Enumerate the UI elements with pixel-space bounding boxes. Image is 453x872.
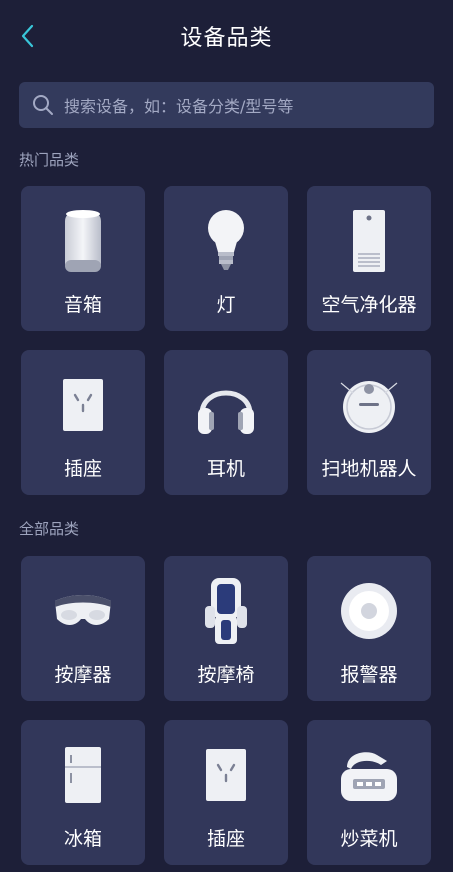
category-label: 耳机 xyxy=(206,458,245,480)
category-card-robot-vacuum[interactable]: 扫地机器人 xyxy=(307,350,431,495)
fridge-icon xyxy=(21,738,145,812)
massage-chair-icon xyxy=(164,574,288,648)
eye-massager-icon xyxy=(21,574,145,648)
category-card-alarm[interactable]: 报警器 xyxy=(307,556,431,701)
category-label: 按摩器 xyxy=(54,664,112,686)
socket-icon xyxy=(164,738,288,812)
speaker-icon xyxy=(21,204,145,278)
top-bar: 设备品类 xyxy=(0,0,453,72)
category-card-fridge[interactable]: 冰箱 xyxy=(21,720,145,865)
category-label: 插座 xyxy=(206,828,245,850)
page-title: 设备品类 xyxy=(180,26,273,51)
section-title-hot: 热门品类 xyxy=(19,151,80,169)
headphones-icon xyxy=(164,368,288,442)
category-label: 冰箱 xyxy=(63,828,102,850)
category-label: 按摩椅 xyxy=(197,664,255,686)
search-icon xyxy=(32,94,54,116)
category-card-light[interactable]: 灯 xyxy=(164,186,288,331)
category-card-socket[interactable]: 插座 xyxy=(21,350,145,495)
category-card-air-purifier[interactable]: 空气净化器 xyxy=(307,186,431,331)
lightbulb-icon xyxy=(164,204,288,278)
category-label: 炒菜机 xyxy=(340,828,398,850)
category-label: 音箱 xyxy=(63,294,102,316)
category-card-eye-massager[interactable]: 按摩器 xyxy=(21,556,145,701)
search-input[interactable]: 搜索设备，如：设备分类/型号等 xyxy=(19,82,434,128)
category-card-headphones[interactable]: 耳机 xyxy=(164,350,288,495)
robot-vacuum-icon xyxy=(307,368,431,442)
category-label: 灯 xyxy=(216,294,236,316)
category-card-speaker[interactable]: 音箱 xyxy=(21,186,145,331)
section-title-all: 全部品类 xyxy=(19,520,80,538)
socket-icon xyxy=(21,368,145,442)
air-purifier-icon xyxy=(307,204,431,278)
category-card-socket-2[interactable]: 插座 xyxy=(164,720,288,865)
search-placeholder: 搜索设备，如：设备分类/型号等 xyxy=(64,97,294,116)
category-card-cooking-machine[interactable]: 炒菜机 xyxy=(307,720,431,865)
alarm-icon xyxy=(307,574,431,648)
category-label: 扫地机器人 xyxy=(321,458,417,480)
category-card-massage-chair[interactable]: 按摩椅 xyxy=(164,556,288,701)
category-label: 空气净化器 xyxy=(321,294,417,316)
cooking-machine-icon xyxy=(307,738,431,812)
category-label: 插座 xyxy=(63,458,102,480)
category-label: 报警器 xyxy=(340,664,398,686)
